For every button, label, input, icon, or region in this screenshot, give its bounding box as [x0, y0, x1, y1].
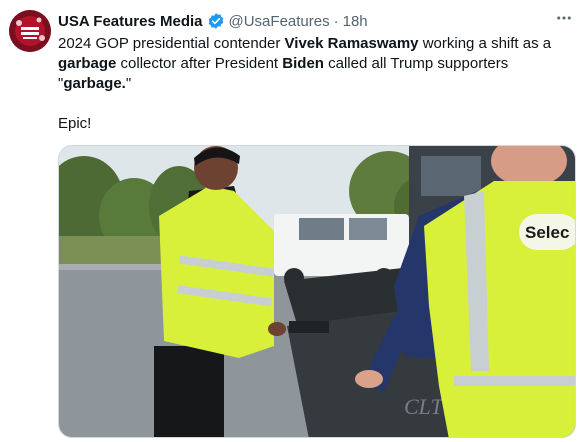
tweet-text: 2024 GOP presidential contender Vivek Ra… [58, 34, 570, 94]
tweet-media-video[interactable]: CLT Selec [58, 145, 576, 438]
vest-logo-text: Selec [525, 223, 569, 242]
tweet-text-bold-name: Biden [282, 55, 324, 72]
tweet-card[interactable]: USA Features Media @UsaFeatures · 18h 20… [0, 0, 580, 442]
tweet-text-bold: garbage. [63, 75, 126, 92]
tweet-text-bold: garbage [58, 55, 117, 72]
tweet-header: USA Features Media @UsaFeatures · 18h [58, 10, 570, 32]
bin-label: CLT [404, 394, 444, 419]
display-name[interactable]: USA Features Media [58, 13, 203, 30]
avatar[interactable] [9, 10, 51, 52]
timestamp[interactable]: 18h [343, 13, 368, 30]
separator-dot: · [333, 12, 339, 30]
ellipsis-icon[interactable] [552, 8, 576, 28]
tweet-text-segment: " [125, 75, 132, 92]
tweet-text-segment: working a shift as a [418, 35, 552, 52]
tweet-text-line2: Epic! [58, 115, 92, 132]
verified-badge-icon [207, 12, 225, 30]
tweet-text-bold-name: Vivek Ramaswamy [284, 35, 419, 52]
tweet-text-segment: collector after President [116, 55, 283, 72]
handle[interactable]: @UsaFeatures [229, 13, 330, 30]
tweet-text-segment: 2024 GOP presidential contender [58, 35, 285, 52]
video-frame: CLT Selec [59, 146, 575, 437]
